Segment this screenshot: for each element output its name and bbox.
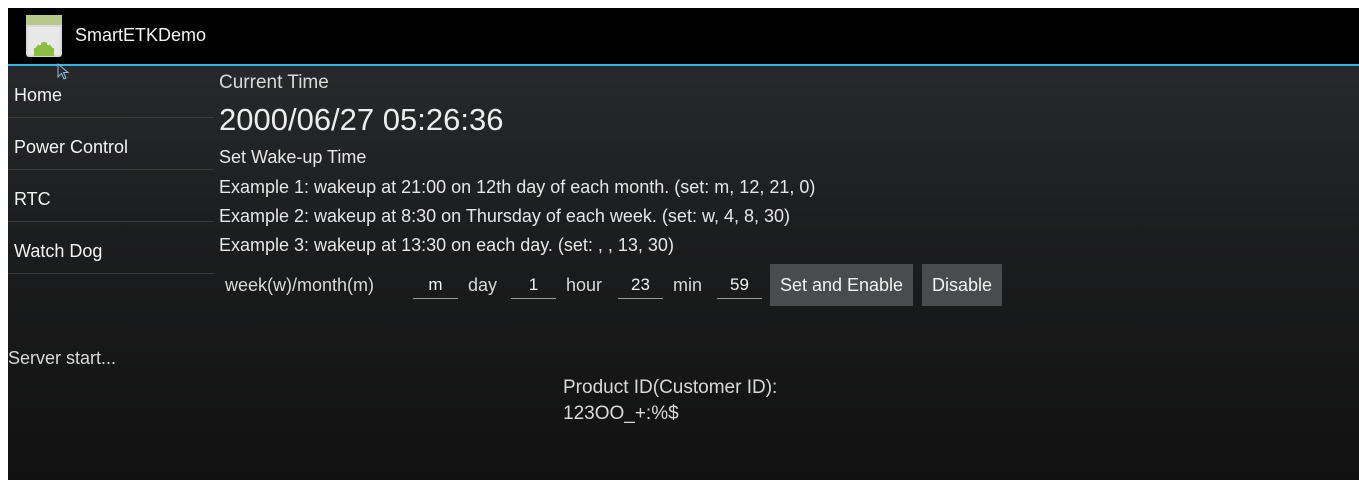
action-bar: SmartETKDemo: [8, 8, 1359, 66]
example-text: Example 3: wakeup at 13:30 on each day. …: [219, 235, 674, 255]
week-month-input[interactable]: m: [413, 272, 458, 299]
navigation-drawer: Home Power Control RTC Watch Dog: [8, 66, 214, 274]
current-time-value: 2000/06/27 05:26:36: [219, 102, 504, 137]
drawer-item-label: Power Control: [14, 137, 129, 157]
product-id-label: Product ID(Customer ID):: [563, 377, 778, 398]
drawer-item-label: RTC: [14, 189, 51, 209]
app-screen: SmartETKDemo Home Power Control RTC Watc…: [8, 8, 1359, 480]
day-input[interactable]: 1: [511, 272, 556, 299]
min-input[interactable]: 59: [717, 272, 762, 299]
drawer-item-label: Home: [14, 85, 63, 105]
set-and-enable-button[interactable]: Set and Enable: [770, 264, 913, 306]
hour-input[interactable]: 23: [618, 272, 663, 299]
disable-button[interactable]: Disable: [922, 264, 1002, 306]
drawer-item-watch-dog[interactable]: Watch Dog: [8, 222, 214, 274]
week-month-label: week(w)/month(m): [225, 275, 375, 295]
app-title: SmartETKDemo: [75, 25, 207, 45]
set-wakeup-label: Set Wake-up Time: [219, 147, 367, 167]
min-label: min: [673, 275, 703, 295]
server-status-text: Server start...: [8, 348, 117, 368]
current-time-label: Current Time: [219, 72, 329, 93]
example-text: Example 1: wakeup at 21:00 on 12th day o…: [219, 177, 816, 197]
drawer-item-rtc[interactable]: RTC: [8, 170, 214, 222]
day-label: day: [468, 275, 498, 295]
product-id-value: 123OO_+:%$: [563, 403, 679, 424]
drawer-item-power-control[interactable]: Power Control: [8, 118, 214, 170]
drawer-item-label: Watch Dog: [14, 241, 103, 261]
drawer-item-home[interactable]: Home: [8, 66, 214, 118]
example-text: Example 2: wakeup at 8:30 on Thursday of…: [219, 206, 790, 226]
hour-label: hour: [566, 275, 603, 295]
android-app-icon[interactable]: [25, 14, 63, 58]
